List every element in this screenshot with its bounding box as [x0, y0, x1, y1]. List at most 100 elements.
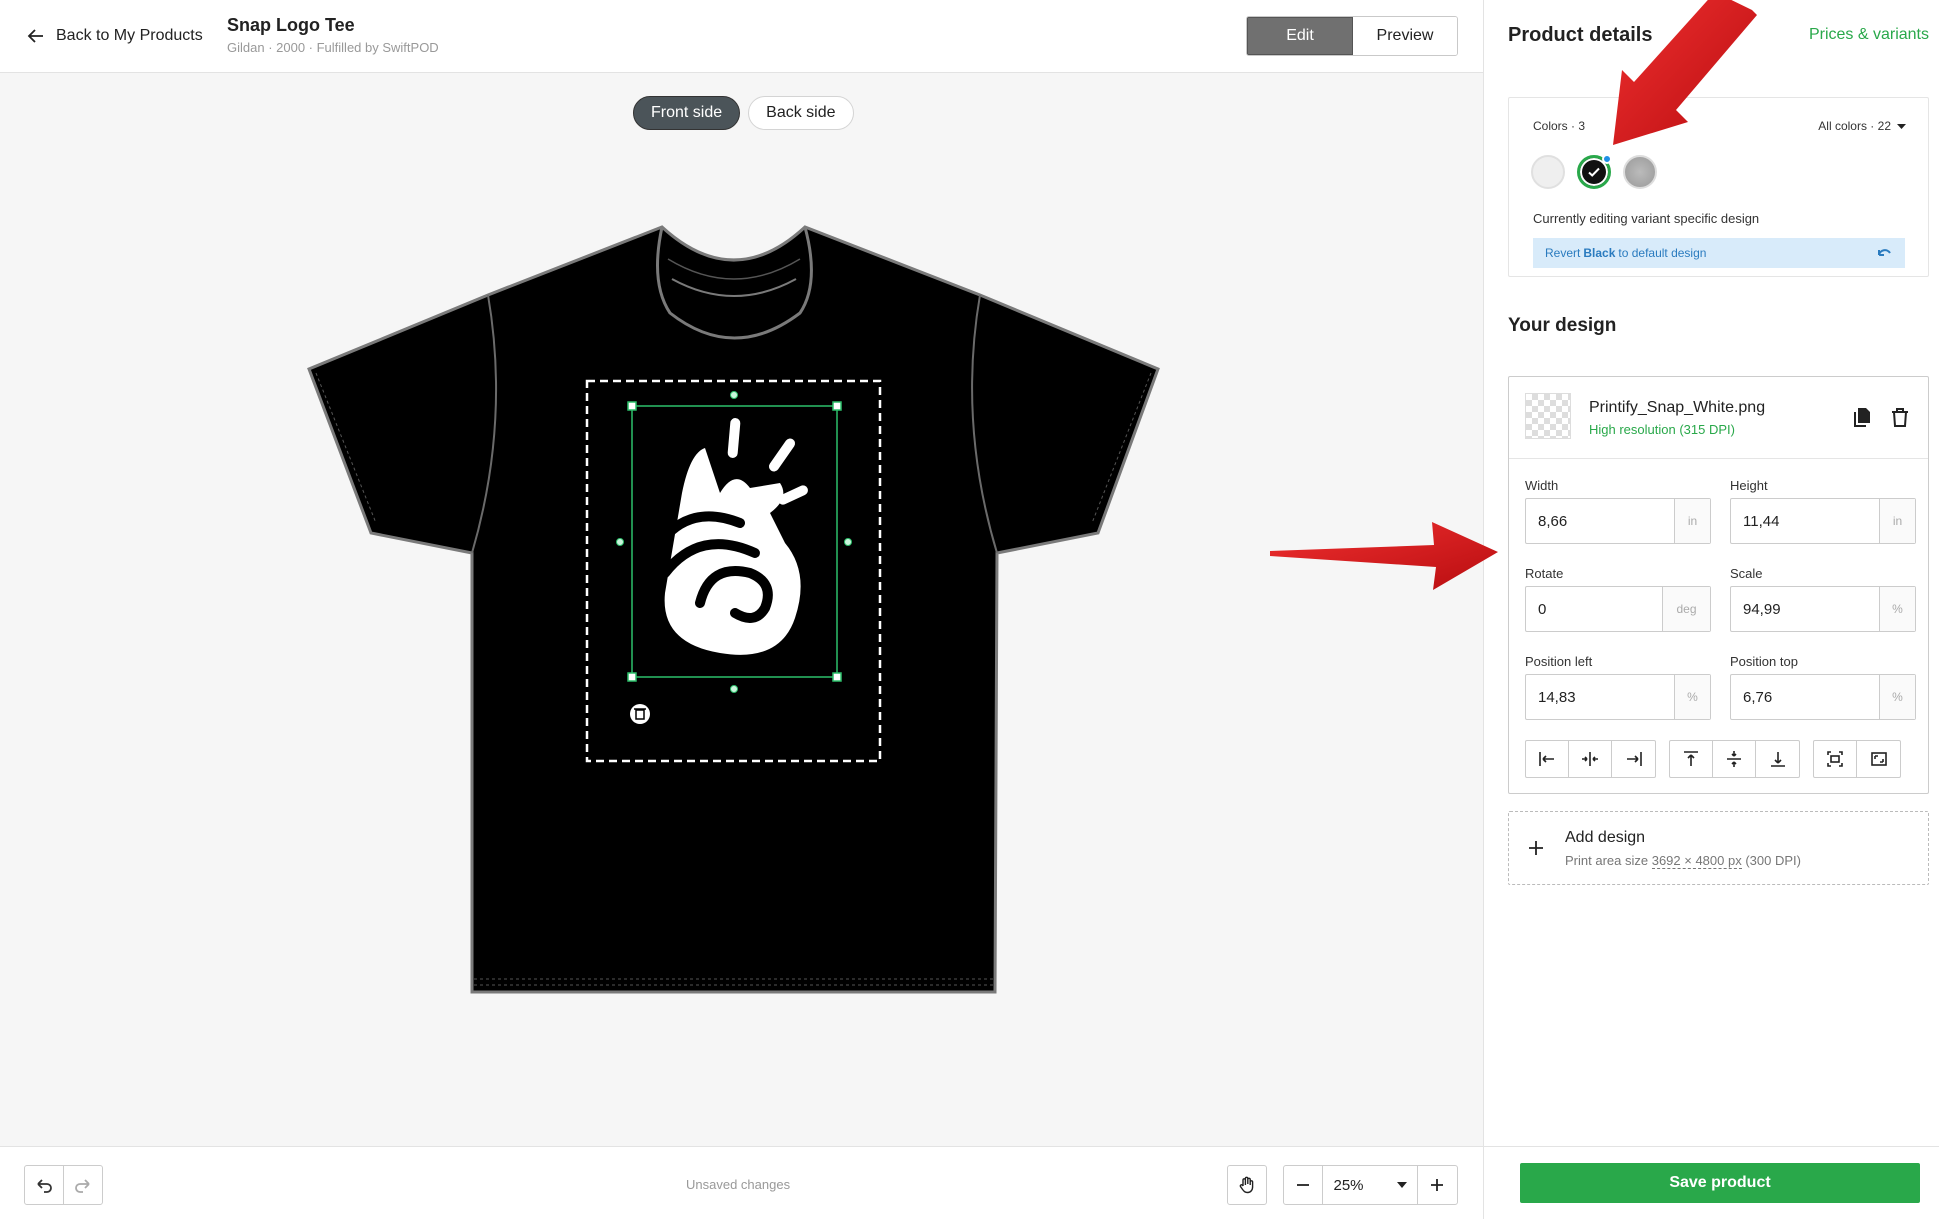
rotate-unit: deg	[1662, 587, 1710, 631]
fit-group	[1813, 740, 1901, 778]
fill-icon	[1870, 752, 1887, 766]
zoom-control: 25%	[1283, 1165, 1458, 1205]
fill-print-area-button[interactable]	[1857, 741, 1900, 777]
align-center-h-button[interactable]	[1569, 741, 1612, 777]
delete-icon[interactable]	[1888, 405, 1912, 429]
plus-icon	[1529, 841, 1543, 855]
your-design-heading: Your design	[1508, 315, 1617, 336]
front-side-button[interactable]: Front side	[633, 96, 741, 130]
undo-icon	[37, 1179, 52, 1193]
align-left-icon	[1539, 752, 1554, 766]
align-center-horizontal-icon	[1582, 752, 1598, 766]
height-input[interactable]	[1731, 499, 1879, 543]
position-left-field: %	[1525, 674, 1711, 720]
design-layer-header: Printify_Snap_White.png High resolution …	[1509, 377, 1928, 459]
plus-icon	[1431, 1179, 1444, 1191]
fit-print-area-button[interactable]	[1814, 741, 1857, 777]
save-product-button[interactable]: Save product	[1520, 1163, 1920, 1203]
width-unit: in	[1674, 499, 1710, 543]
zoom-select[interactable]: 25%	[1323, 1166, 1418, 1204]
width-field: in	[1525, 498, 1711, 544]
tshirt-mockup	[307, 225, 1160, 994]
prices-variants-link[interactable]: Prices & variants	[1809, 26, 1929, 44]
position-left-unit: %	[1674, 675, 1710, 719]
height-field: in	[1730, 498, 1916, 544]
rotate-input[interactable]	[1526, 587, 1662, 631]
align-bottom-icon	[1770, 752, 1785, 767]
add-design-title: Add design	[1565, 829, 1646, 846]
position-top-input[interactable]	[1731, 675, 1879, 719]
panel-footer-divider	[1484, 1146, 1939, 1147]
duplicate-icon[interactable]	[1850, 405, 1874, 429]
arrow-left-icon	[27, 29, 43, 43]
print-area-dimensions: 3692 × 4800 px	[1651, 853, 1742, 869]
print-area-prefix: Print area size	[1565, 853, 1649, 868]
zoom-in-button[interactable]	[1418, 1166, 1457, 1204]
all-colors-dropdown[interactable]: All colors · 22	[1818, 119, 1906, 133]
all-colors-label: All colors · 22	[1818, 119, 1891, 133]
design-layer-card: Printify_Snap_White.png High resolution …	[1508, 376, 1929, 794]
position-top-field: %	[1730, 674, 1916, 720]
rotate-label: Rotate	[1525, 566, 1564, 581]
back-link-label: Back to My Products	[56, 27, 203, 44]
design-resolution: High resolution (315 DPI)	[1589, 422, 1735, 437]
scale-field: %	[1730, 586, 1916, 632]
zoom-out-button[interactable]	[1284, 1166, 1324, 1204]
color-swatch-sport-grey[interactable]	[1623, 155, 1657, 189]
panel-title: Product details	[1508, 24, 1653, 46]
back-side-button[interactable]: Back side	[748, 96, 854, 130]
add-design-subtitle: Print area size 3692 × 4800 px (300 DPI)	[1565, 853, 1801, 869]
product-details-panel: Product details Prices & variants Colors…	[1483, 0, 1939, 1219]
design-thumbnail	[1525, 393, 1571, 439]
scale-unit: %	[1879, 587, 1915, 631]
revert-to-default-button[interactable]: Revert Black to default design	[1533, 238, 1905, 268]
align-center-v-button[interactable]	[1713, 741, 1756, 777]
align-right-icon	[1626, 752, 1642, 766]
scale-label: Scale	[1730, 566, 1763, 581]
hand-icon	[1239, 1176, 1254, 1194]
scale-input[interactable]	[1731, 587, 1879, 631]
print-area-dpi: (300 DPI)	[1745, 853, 1801, 868]
pan-tool-button[interactable]	[1227, 1165, 1267, 1205]
editing-variant-note: Currently editing variant specific desig…	[1533, 211, 1760, 226]
align-left-button[interactable]	[1526, 741, 1569, 777]
align-top-button[interactable]	[1670, 741, 1713, 777]
width-label: Width	[1525, 478, 1559, 493]
edit-preview-toggle: Edit Preview	[1246, 16, 1458, 56]
design-canvas[interactable]: Front side Back side	[0, 73, 1483, 1146]
add-design-button[interactable]: Add design Print area size 3692 × 4800 p…	[1508, 811, 1929, 885]
revert-suffix: to default design	[1618, 246, 1707, 260]
redo-icon	[75, 1179, 90, 1193]
revert-prefix: Revert	[1545, 246, 1581, 260]
colors-card: Colors · 3 All colors · 22 Currently edi…	[1508, 97, 1929, 277]
top-header: Back to My Products Snap Logo Tee Gildan…	[0, 0, 1483, 73]
vertical-align-group	[1669, 740, 1800, 778]
position-left-label: Position left	[1525, 654, 1593, 669]
colors-count: Colors · 3	[1533, 119, 1586, 133]
position-left-input[interactable]	[1526, 675, 1674, 719]
color-swatch-white[interactable]	[1531, 155, 1565, 189]
color-swatch-black[interactable]	[1577, 154, 1612, 189]
unsaved-changes-status: Unsaved changes	[686, 1177, 791, 1192]
align-top-icon	[1684, 751, 1698, 766]
selection-delete-icon	[630, 704, 650, 724]
product-title: Snap Logo Tee	[227, 15, 355, 35]
redo-button[interactable]	[63, 1165, 103, 1205]
horizontal-align-group	[1525, 740, 1656, 778]
align-bottom-button[interactable]	[1756, 741, 1799, 777]
position-top-unit: %	[1879, 675, 1915, 719]
bottom-toolbar: Unsaved changes 25%	[0, 1146, 1483, 1219]
revert-color: Black	[1583, 246, 1616, 260]
align-right-button[interactable]	[1612, 741, 1655, 777]
width-input[interactable]	[1526, 499, 1674, 543]
side-switcher: Front side Back side	[633, 96, 854, 130]
align-center-vertical-icon	[1727, 751, 1741, 767]
rotate-field: deg	[1525, 586, 1711, 632]
variant-indicator-dot	[1602, 154, 1612, 164]
undo-icon	[1878, 249, 1891, 256]
preview-button[interactable]: Preview	[1353, 17, 1457, 55]
undo-button[interactable]	[24, 1165, 64, 1205]
chevron-down-icon	[1396, 1182, 1407, 1188]
back-to-products-link[interactable]: Back to My Products	[26, 22, 203, 50]
edit-button[interactable]: Edit	[1247, 17, 1353, 55]
